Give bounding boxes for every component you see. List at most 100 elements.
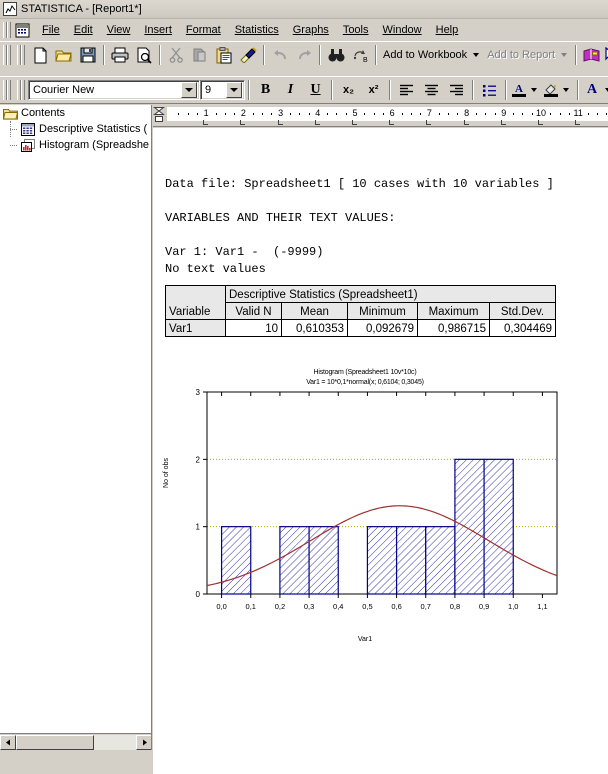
ruler-tab-stop[interactable] [500,120,506,125]
menu-view[interactable]: View [100,21,138,39]
cut-scissors-icon[interactable] [164,44,188,67]
chart-bar[interactable] [425,526,456,595]
superscript-button[interactable]: x² [361,79,386,102]
menu-edit[interactable]: Edit [67,21,100,39]
table-col-std-dev: Std.Dev. [489,302,556,320]
chart-x-tick-label: 0,1 [246,602,256,611]
ruler-tick [196,113,198,115]
font-color-button[interactable]: A [510,79,542,101]
chart-bar[interactable] [395,526,427,595]
font-name-combo[interactable]: Courier New [28,80,200,100]
tree-item-histogram[interactable]: Histogram (Spreadshe [0,137,151,153]
histogram-chart[interactable]: Histogram (Spreadsheet1 10v*10c) Var1 = … [163,368,565,658]
table-cell-minimum: 0,092679 [347,319,418,337]
chart-bar[interactable] [454,458,485,595]
menu-graphs[interactable]: Graphs [286,21,336,39]
ruler-tab-stop[interactable] [389,120,395,125]
scrollbar-thumb[interactable] [16,734,94,750]
contents-tree-panel[interactable]: Contents Descriptive Statistics ( Histog… [0,105,152,750]
format-toolbar-grip-2[interactable] [17,79,25,101]
print-icon[interactable] [108,44,132,67]
copy-icon[interactable] [188,44,212,67]
align-left-icon[interactable] [394,79,419,102]
table-row[interactable]: Var1 10 0,610353 0,092679 0,986715 0,304… [165,319,556,337]
report-document[interactable]: Data file: Spreadsheet1 [ 10 cases with … [153,128,608,774]
ruler-tab-stop[interactable] [277,120,283,125]
font-color-chevron-icon[interactable] [531,88,537,92]
tree-item-descriptive-statistics[interactable]: Descriptive Statistics ( [0,121,151,137]
ruler-tick [234,113,236,115]
format-painter-icon[interactable] [236,44,260,67]
menu-file[interactable]: File [35,21,67,39]
menu-graphs-label: Graphs [292,24,329,36]
align-right-icon[interactable] [444,79,469,102]
horizontal-ruler[interactable]: 1 2 3 4 5 6 7 8 9 10 11 [153,105,608,127]
align-center-icon[interactable] [419,79,444,102]
scrollbar-track[interactable] [16,734,136,750]
bullet-list-icon[interactable] [477,79,502,102]
add-to-workbook-button[interactable]: Add to Workbook [380,44,484,66]
menu-window[interactable]: Window [376,21,429,39]
menu-statistics[interactable]: Statistics [228,21,286,39]
table-col-minimum: Minimum [347,302,418,320]
save-floppy-icon[interactable] [76,44,100,67]
tree-root-contents[interactable]: Contents [0,105,151,121]
chart-bar[interactable] [366,526,398,595]
ruler-tick [475,113,477,115]
ruler-tab-stop[interactable] [538,120,543,125]
ruler-tab-stop[interactable] [240,120,246,125]
ruler-tick [420,113,422,115]
menu-tools[interactable]: Tools [336,21,376,39]
menu-insert-label: Insert [144,24,172,36]
toolbar-grip-2[interactable] [17,44,25,66]
redo-arrow-icon[interactable] [292,44,316,67]
chart-bar[interactable] [308,526,339,595]
open-folder-icon[interactable] [52,44,76,67]
add-to-report-label: Add to Report [487,49,556,61]
tree-horizontal-scrollbar[interactable] [0,733,151,750]
chart-bar[interactable] [279,526,310,595]
font-size-combo[interactable]: 9 [200,80,245,100]
format-separator-3 [389,80,391,100]
font-name-dropdown-icon[interactable] [181,82,197,98]
scroll-right-arrow-icon[interactable] [136,734,151,750]
toolbar-grip[interactable] [3,44,11,66]
italic-button[interactable]: I [278,79,303,102]
ruler-tab-stop[interactable] [352,120,357,125]
undo-arrow-icon[interactable] [268,44,292,67]
format-toolbar-grip[interactable] [3,79,11,101]
replace-icon[interactable]: B [348,44,372,67]
highlight-chevron-icon[interactable] [563,88,569,92]
indent-marker[interactable] [153,106,165,124]
find-binoculars-icon[interactable] [324,44,348,67]
descriptive-statistics-table[interactable]: Variable Descriptive Statistics (Spreads… [165,285,556,337]
highlight-color-button[interactable] [542,79,574,101]
ruler-tick [224,113,226,115]
print-preview-icon[interactable] [132,44,156,67]
ruler-tab-stop[interactable] [575,120,581,125]
menu-insert[interactable]: Insert [137,21,179,39]
font-dialog-button[interactable]: A [582,79,608,101]
menu-format[interactable]: Format [179,21,228,39]
underline-button[interactable]: U [303,79,328,102]
font-size-dropdown-icon[interactable] [226,82,242,98]
chart-bar[interactable] [483,458,514,595]
chart-bar[interactable] [220,526,252,595]
scroll-left-arrow-icon[interactable] [0,734,16,750]
menu-grip[interactable] [2,21,11,39]
ruler-tab-stop[interactable] [203,120,209,125]
ruler-tick [364,113,366,115]
ruler-tab-stop[interactable] [314,120,320,125]
toolbar-separator-4 [319,45,321,65]
ruler-tab-stop[interactable] [463,120,469,125]
new-document-icon[interactable] [28,44,52,67]
tree-root-label: Contents [21,107,66,119]
bold-button[interactable]: B [253,79,278,102]
book-icon[interactable] [580,44,604,67]
help-pointer-button[interactable]: ? [604,44,608,66]
menu-help[interactable]: Help [429,21,466,39]
subscript-button[interactable]: x₂ [336,79,361,102]
ruler-tab-stop[interactable] [426,120,432,125]
ruler-tick [271,113,273,115]
paste-clipboard-icon[interactable] [212,44,236,67]
